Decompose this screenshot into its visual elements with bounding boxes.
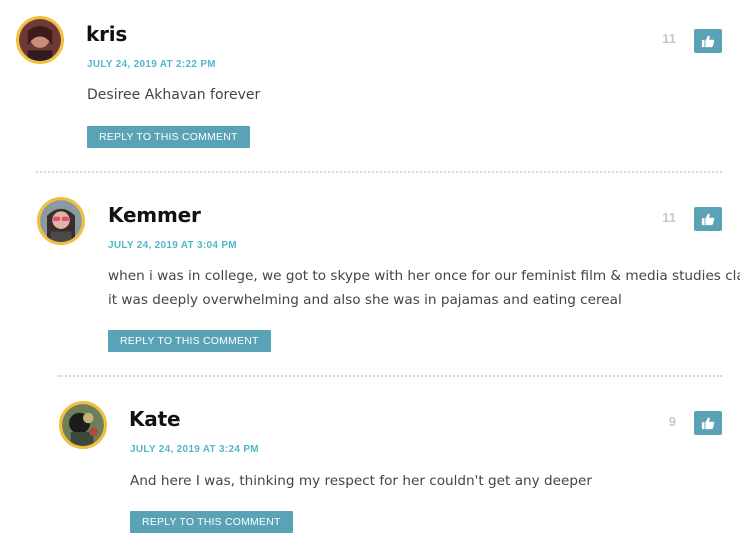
reply-button[interactable]: REPLY TO THIS COMMENT [87,126,250,148]
thumbs-up-icon [701,213,715,226]
like-count: 11 [662,210,676,225]
comment-author[interactable]: Kemmer [108,203,201,227]
comment-date[interactable]: JULY 24, 2019 AT 3:04 PM [108,240,237,251]
thumbs-up-icon [701,417,715,430]
like-button[interactable] [694,411,722,435]
comment-author[interactable]: kris [86,22,127,46]
comment-body: And here I was, thinking my respect for … [130,473,592,489]
reply-button[interactable]: REPLY TO THIS COMMENT [108,330,271,352]
comment-body-line: when i was in college, we got to skype w… [108,268,740,284]
comment-divider [58,375,722,377]
like-button[interactable] [694,207,722,231]
comment-divider [36,171,722,173]
avatar[interactable] [37,197,85,245]
avatar[interactable] [16,16,64,64]
comment-body: Desiree Akhavan forever [87,87,261,103]
reply-button[interactable]: REPLY TO THIS COMMENT [130,511,293,533]
thumbs-up-icon [701,35,715,48]
comment-date[interactable]: JULY 24, 2019 AT 3:24 PM [130,444,259,455]
like-button[interactable] [694,29,722,53]
comment-author[interactable]: Kate [129,407,181,431]
like-count: 9 [668,414,676,429]
avatar[interactable] [59,401,107,449]
comment-date[interactable]: JULY 24, 2019 AT 2:22 PM [87,59,216,70]
comment-body-line: it was deeply overwhelming and also she … [108,292,622,308]
like-count: 11 [662,31,676,46]
